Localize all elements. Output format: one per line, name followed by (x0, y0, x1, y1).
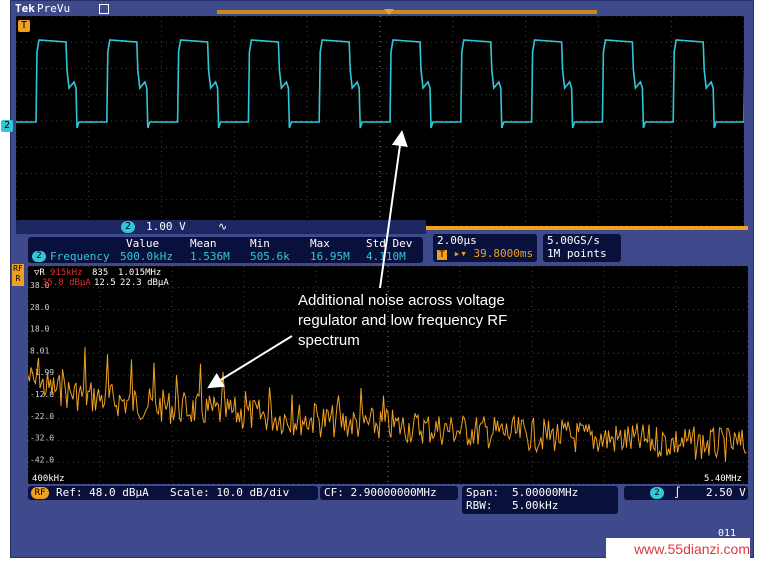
watermark: www.55dianzi.com (606, 538, 750, 560)
annotation-arrows (207, 130, 408, 389)
arrow-to-spectrum (207, 335, 293, 389)
annotation-text: Additional noise across voltage regulato… (298, 292, 508, 349)
arrow-to-waveform (379, 130, 408, 289)
